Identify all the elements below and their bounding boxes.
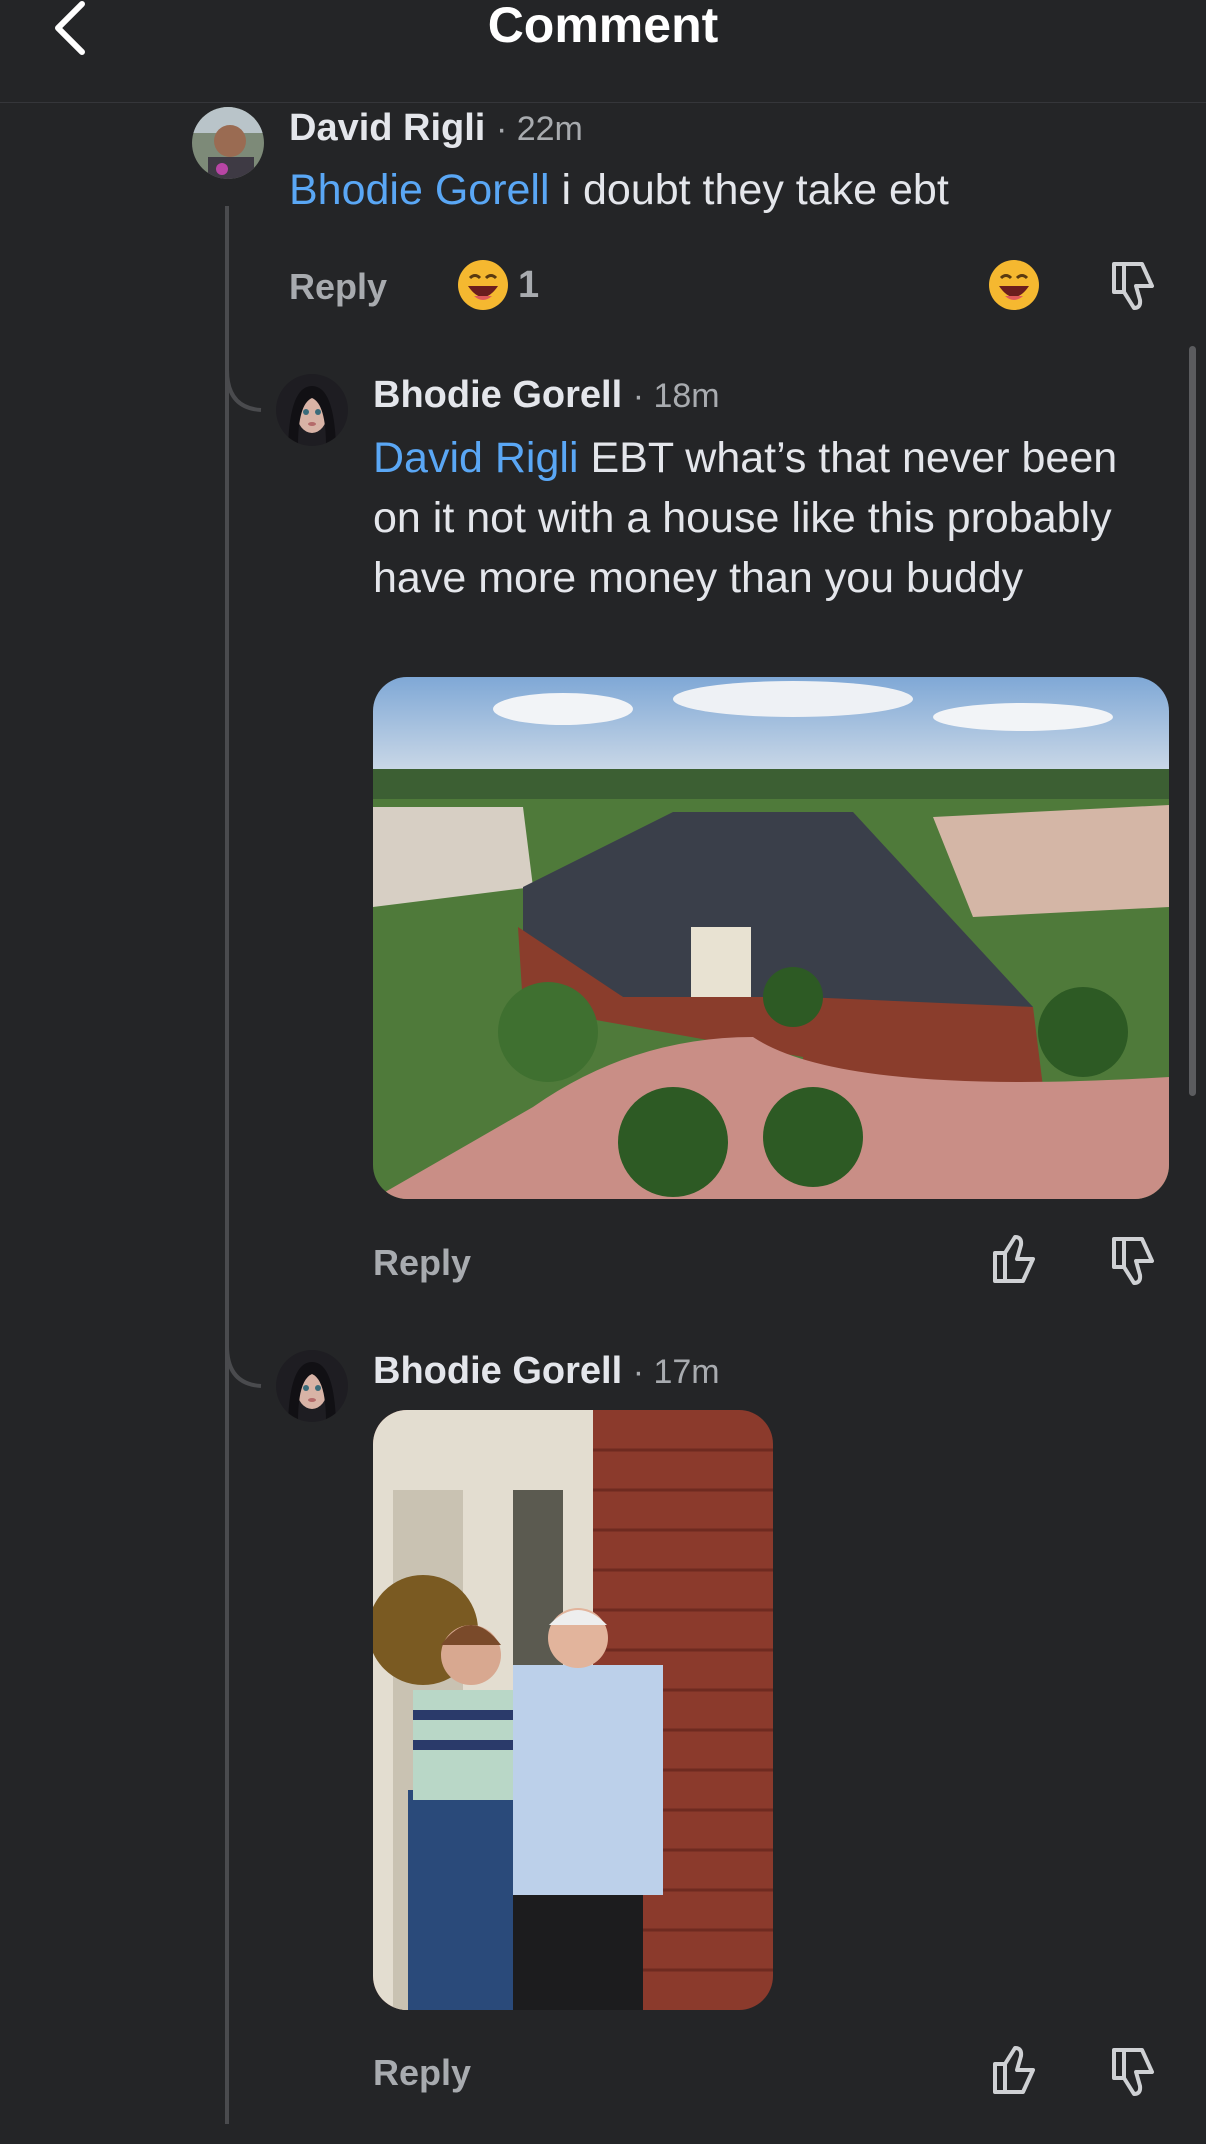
avatar[interactable] bbox=[192, 107, 264, 179]
thumbs-up-icon[interactable] bbox=[987, 1233, 1041, 1287]
header: Comment bbox=[0, 0, 1206, 103]
house-photo[interactable] bbox=[373, 677, 1169, 1199]
thread-branch bbox=[225, 370, 262, 412]
thumbs-down-icon[interactable] bbox=[1106, 2044, 1160, 2098]
timestamp: · 22m bbox=[495, 110, 583, 148]
avatar[interactable] bbox=[276, 1350, 348, 1422]
mention-link[interactable]: David Rigli bbox=[373, 434, 579, 482]
avatar[interactable] bbox=[276, 374, 348, 446]
timestamp: · 18m bbox=[632, 377, 720, 415]
comment-author[interactable]: Bhodie Gorell · 17m bbox=[373, 1350, 720, 1393]
thread-branch bbox=[225, 1346, 262, 1388]
author-name[interactable]: Bhodie Gorell bbox=[373, 1350, 622, 1392]
reply-button[interactable]: Reply bbox=[373, 1242, 471, 1284]
thumbs-down-icon[interactable] bbox=[1106, 258, 1160, 312]
comment-author[interactable]: Bhodie Gorell · 18m bbox=[373, 374, 720, 417]
page-title: Comment bbox=[487, 0, 719, 53]
reaction-count: 1 bbox=[518, 264, 540, 306]
author-name[interactable]: Bhodie Gorell bbox=[373, 374, 622, 416]
author-name[interactable]: David Rigli bbox=[289, 107, 485, 149]
comment-text: i doubt they take ebt bbox=[549, 166, 949, 214]
couple-photo[interactable] bbox=[373, 1410, 773, 2010]
thread-line bbox=[225, 206, 229, 2124]
timestamp: · 17m bbox=[632, 1353, 720, 1391]
laughing-emoji-icon[interactable] bbox=[987, 258, 1041, 312]
scrollbar[interactable] bbox=[1189, 346, 1196, 1096]
reply-button[interactable]: Reply bbox=[289, 266, 387, 308]
comment-body: Bhodie Gorell i doubt they take ebt bbox=[289, 160, 1169, 220]
comment-body: David Rigli EBT what’s that never been o… bbox=[373, 428, 1173, 608]
reply-button[interactable]: Reply bbox=[373, 2052, 471, 2094]
mention-link[interactable]: Bhodie Gorell bbox=[289, 166, 550, 214]
laughing-emoji-icon[interactable] bbox=[456, 258, 510, 312]
thumbs-down-icon[interactable] bbox=[1106, 1233, 1160, 1287]
comment-author[interactable]: David Rigli · 22m bbox=[289, 107, 583, 150]
thumbs-up-icon[interactable] bbox=[987, 2044, 1041, 2098]
